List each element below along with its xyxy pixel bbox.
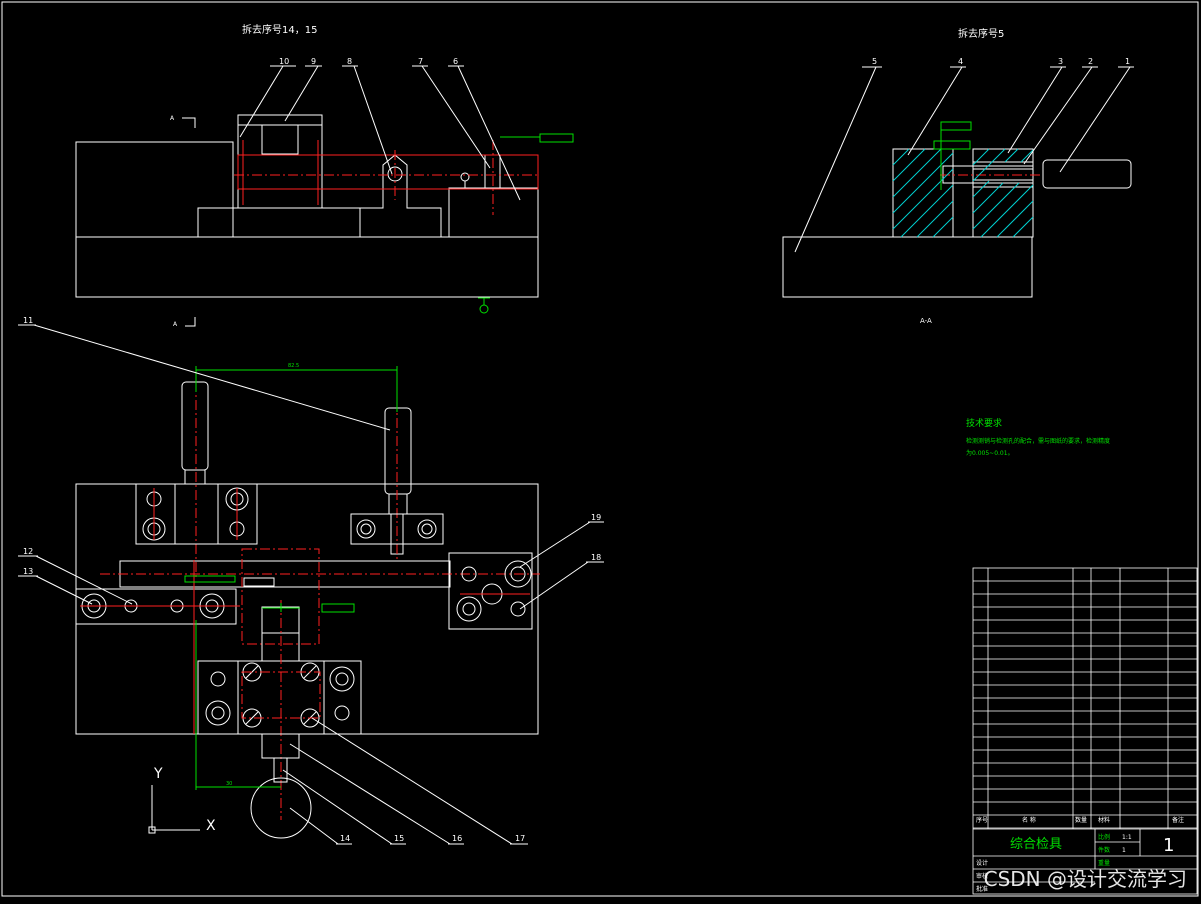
balloon-7: 7 <box>418 57 423 66</box>
balloon-3: 3 <box>1058 57 1063 66</box>
section-base <box>782 236 1033 298</box>
balloon-14: 14 <box>340 834 350 843</box>
count-value: 1 <box>1122 847 1126 854</box>
front-view-title: 拆去序号14，15 <box>242 23 317 36</box>
scale-label: 比例 <box>1098 833 1110 841</box>
balloon-19: 19 <box>591 513 601 522</box>
drawing-svg: 拆去序号14，15 A A 10 9 8 7 6 拆去序号5 5 4 3 2 1… <box>1 1 1199 897</box>
section-handle <box>1042 159 1132 189</box>
title-block: 序号 名 称 数量 材料 备注 综合检具 比例 1:1 件数 1 1 重量 设计… <box>972 567 1198 895</box>
balloon-11: 11 <box>23 316 33 325</box>
bom-header-material: 材料 <box>1098 816 1110 824</box>
tech-line-1: 检测测销与检测孔的配合，需与图纸的要求，检测精度 <box>966 437 1110 445</box>
balloon-17: 17 <box>515 834 525 843</box>
balloon-13: 13 <box>23 567 33 576</box>
drawing-name: 综合检具 <box>1010 837 1062 852</box>
section-label: A-A <box>920 317 932 325</box>
section-mark-bottom: A <box>173 321 178 328</box>
balloon-8: 8 <box>347 57 352 66</box>
left-block <box>75 141 234 238</box>
count-label: 件数 <box>1098 846 1110 854</box>
bom-header-name: 名 称 <box>1022 816 1036 824</box>
bom-header-qty: 数量 <box>1075 816 1087 824</box>
watermark: CSDN @设计交流学习 <box>983 867 1187 891</box>
plan-view: 82.5 30 Y X 11 12 13 19 18 14 15 16 17 <box>18 316 604 845</box>
section-view-title: 拆去序号5 <box>958 27 1004 40</box>
balloon-4: 4 <box>958 57 963 66</box>
cad-drawing-canvas: 拆去序号14，15 A A 10 9 8 7 6 拆去序号5 5 4 3 2 1… <box>0 0 1201 900</box>
section-mark-top: A <box>170 115 175 122</box>
tech-title: 技术要求 <box>966 417 1002 429</box>
section-view: 拆去序号5 5 4 3 2 1 A-A <box>782 27 1134 325</box>
sheet-number: 1 <box>1163 835 1174 856</box>
bom-header-seq: 序号 <box>976 816 988 824</box>
svg-text:Y: Y <box>153 766 163 782</box>
center-block <box>241 548 320 645</box>
base-plate <box>75 236 539 298</box>
balloon-16: 16 <box>452 834 462 843</box>
balloon-18: 18 <box>591 553 601 562</box>
balloon-9: 9 <box>311 57 316 66</box>
balloon-10: 10 <box>279 57 289 66</box>
dim-bottom: 30 <box>226 781 232 787</box>
tech-line-2: 为0.005~0.01。 <box>966 449 1014 457</box>
scale-value: 1:1 <box>1122 834 1132 841</box>
balloon-2: 2 <box>1088 57 1093 66</box>
dim-top-span: 82.5 <box>288 363 299 369</box>
front-view: 拆去序号14，15 A A 10 9 8 7 6 <box>75 23 574 328</box>
svg-text:X: X <box>206 818 216 834</box>
balloon-15: 15 <box>394 834 404 843</box>
balloon-12: 12 <box>23 547 33 556</box>
balloon-5: 5 <box>872 57 877 66</box>
tech-requirements: 技术要求 检测测销与检测孔的配合，需与图纸的要求，检测精度 为0.005~0.0… <box>966 417 1110 457</box>
balloon-1: 1 <box>1125 57 1130 66</box>
clamp-block <box>261 124 299 155</box>
balloon-6: 6 <box>453 57 458 66</box>
bom-header-note: 备注 <box>1172 816 1184 824</box>
